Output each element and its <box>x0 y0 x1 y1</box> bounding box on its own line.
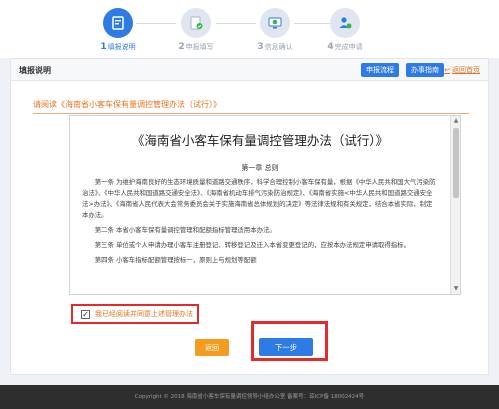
step-1: 1填报说明 <box>83 8 153 52</box>
document-content: 《海南省小客车保有量调控管理办法（试行）》 第一章 总则 第一条 为维护海南良好… <box>70 116 450 294</box>
agree-checkbox-row[interactable]: ✓ 我已经阅读并同意上述管理办法 <box>71 304 199 324</box>
document-title: 《海南省小客车保有量调控管理办法（试行）》 <box>131 133 389 148</box>
back-home-label: 返回首页 <box>452 66 480 74</box>
step-label: 信息确认 <box>264 43 293 51</box>
document-paragraph: 第三条 单位或个人申请办理小客车注册登记、转移登记及迁入本省变更登记的，应按本办… <box>94 241 410 249</box>
step-number: 1 <box>100 42 107 52</box>
return-arrow-icon: ↩ <box>444 66 450 74</box>
scroll-down-arrow-icon[interactable]: ▼ <box>451 284 460 294</box>
step-label: 完成申请 <box>334 43 363 51</box>
document-scrollbar[interactable]: ▲ ▼ <box>450 116 460 294</box>
step-2: 2申报填写 <box>161 8 231 52</box>
step-3: 3信息确认 <box>240 8 310 52</box>
edit-form-icon <box>181 8 211 38</box>
read-notice: 请阅读《海南省小客车保有量调控管理办法（试行）》 <box>33 100 221 109</box>
monitor-check-icon <box>260 8 290 38</box>
document-paragraph: 第四条 小客车指标配额管理按标一，原则上与规划等配额 <box>94 256 257 264</box>
document-viewer[interactable]: 《海南省小客车保有量调控管理办法（试行）》 第一章 总则 第一条 为维护海南良好… <box>69 115 461 295</box>
agree-label: 我已经阅读并同意上述管理办法 <box>95 310 193 318</box>
step-label: 申报填写 <box>185 43 214 51</box>
footer: Copyright © 2018 海南省小客车保有量调控领导小组办公室 备案号：… <box>0 385 499 409</box>
form-icon <box>103 8 133 38</box>
next-button-highlight: 下一步 <box>251 321 328 361</box>
guide-button[interactable]: 办事指南 <box>406 63 444 77</box>
main-panel: 填报说明 申报流程 办事指南 ↩ 返回首页 请阅读《海南省小客车保有量调控管理办法… <box>10 58 489 375</box>
step-4: 4完成申请 <box>310 8 380 52</box>
back-button[interactable]: 返回 <box>195 339 229 356</box>
user-check-icon <box>330 8 360 38</box>
next-step-button[interactable]: 下一步 <box>259 338 313 356</box>
document-chapter: 第一章 总则 <box>241 164 279 172</box>
step-label: 填报说明 <box>107 43 136 51</box>
scroll-up-arrow-icon[interactable]: ▲ <box>451 116 460 126</box>
step-number: 2 <box>178 42 185 52</box>
back-home-link[interactable]: ↩ 返回首页 <box>444 65 482 75</box>
notice-divider <box>33 113 469 114</box>
progress-stepper: 1填报说明 2申报填写 3信息确认 4完成申请 <box>0 0 499 58</box>
scroll-thumb[interactable] <box>453 128 459 198</box>
document-paragraph: 第二条 本省小客车保有量调控管理和配额指标管理适用本办法。 <box>94 226 276 234</box>
agree-checkbox[interactable]: ✓ <box>81 309 90 319</box>
apply-flow-button[interactable]: 申报流程 <box>361 63 399 77</box>
step-number: 4 <box>327 42 334 52</box>
step-number: 3 <box>257 42 264 52</box>
document-paragraph: 第一条 为维护海南良好的生态环境质量和道路交通秩序，科学合理控制小客车保有量，根… <box>82 178 436 219</box>
panel-header: 填报说明 申报流程 办事指南 ↩ 返回首页 <box>11 59 488 81</box>
panel-title: 填报说明 <box>19 66 51 75</box>
